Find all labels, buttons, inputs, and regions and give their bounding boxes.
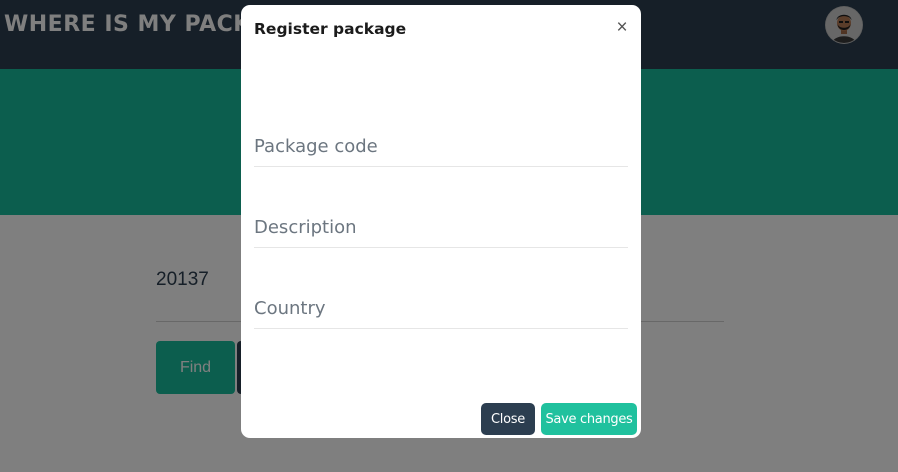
package-code-field [254, 127, 628, 167]
close-icon[interactable]: × [613, 18, 631, 38]
save-changes-button[interactable]: Save changes [541, 403, 637, 435]
country-field [254, 289, 628, 329]
register-package-modal: Register package × Close Save changes [241, 5, 641, 438]
description-field [254, 208, 628, 248]
close-button[interactable]: Close [481, 403, 535, 435]
country-input[interactable] [254, 289, 628, 328]
description-input[interactable] [254, 208, 628, 247]
package-code-input[interactable] [254, 127, 628, 166]
modal-title: Register package [254, 20, 407, 38]
